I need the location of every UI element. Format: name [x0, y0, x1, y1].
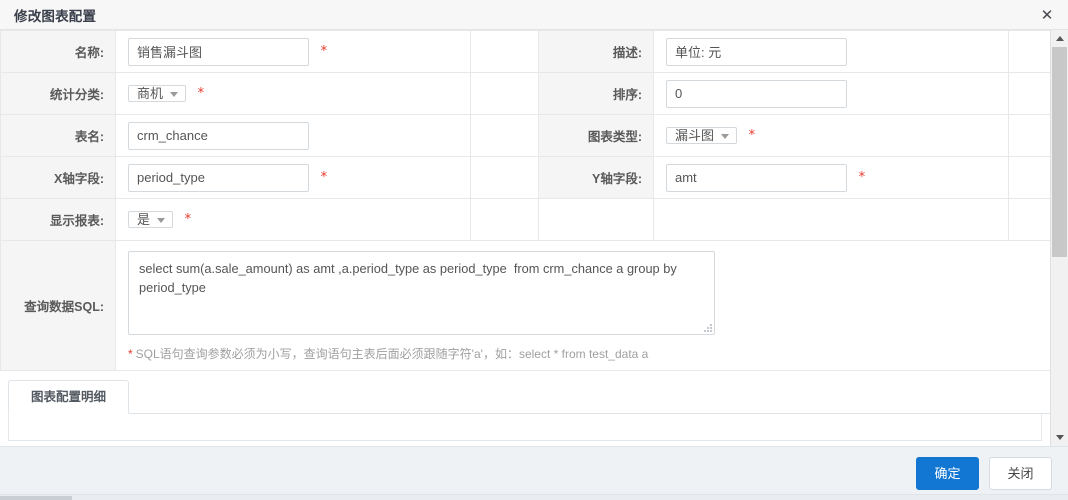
- field-query-sql: *SQL语句查询参数必须为小写，查询语句主表后面必须跟随字符'a'，如：sele…: [116, 241, 1051, 371]
- dialog-header: 修改图表配置 ✕: [0, 0, 1068, 30]
- spacer-cell: [471, 157, 539, 199]
- sql-hint: *SQL语句查询参数必须为小写，查询语句主表后面必须跟随字符'a'，如：sele…: [128, 345, 1050, 362]
- field-empty: [654, 199, 1009, 241]
- field-name: *: [116, 31, 471, 73]
- chart-config-form: 名称: * 描述: 统计分类:: [0, 30, 1050, 371]
- sql-textarea[interactable]: [128, 251, 715, 335]
- required-asterisk: *: [859, 170, 866, 185]
- scroll-down-button[interactable]: [1051, 429, 1068, 446]
- label-chart-type: 图表类型:: [539, 115, 654, 157]
- label-empty: [539, 199, 654, 241]
- field-table-name: [116, 115, 471, 157]
- spacer-cell: [471, 115, 539, 157]
- label-sort: 排序:: [539, 73, 654, 115]
- field-description: [654, 31, 1009, 73]
- label-x-axis-field: X轴字段:: [1, 157, 116, 199]
- required-asterisk: *: [321, 44, 328, 59]
- dialog-body: 名称: * 描述: 统计分类:: [0, 30, 1068, 446]
- y-axis-field-input[interactable]: [666, 164, 847, 192]
- scrollbar-thumb[interactable]: [1052, 47, 1067, 257]
- field-x-axis: *: [116, 157, 471, 199]
- field-show-report: 是 *: [116, 199, 471, 241]
- sql-textarea-box: [128, 251, 715, 335]
- required-asterisk: *: [749, 128, 756, 143]
- hint-asterisk: *: [128, 347, 133, 361]
- label-category: 统计分类:: [1, 73, 116, 115]
- tail-cell: [1009, 31, 1051, 73]
- hint-text: SQL语句查询参数必须为小写，查询语句主表后面必须跟随字符'a'，如：selec…: [136, 347, 649, 361]
- field-sort: [654, 73, 1009, 115]
- tabs-section: 图表配置明细: [0, 371, 1050, 441]
- close-button[interactable]: 关闭: [989, 457, 1052, 490]
- category-select[interactable]: 商机: [128, 85, 186, 102]
- tab-strip: 图表配置明细: [8, 379, 1050, 414]
- label-y-axis-field: Y轴字段:: [539, 157, 654, 199]
- tail-cell: [1009, 115, 1051, 157]
- show-report-select[interactable]: 是: [128, 211, 173, 228]
- vertical-scrollbar[interactable]: [1050, 30, 1068, 446]
- tail-cell: [1009, 73, 1051, 115]
- table-name-input[interactable]: [128, 122, 309, 150]
- category-select-wrap: 商机: [128, 81, 186, 107]
- tail-cell: [1009, 199, 1051, 241]
- required-asterisk: *: [321, 170, 328, 185]
- bottom-strip-segment: [0, 496, 72, 500]
- form-row-category: 统计分类: 商机 * 排序:: [1, 73, 1051, 115]
- label-show-report: 显示报表:: [1, 199, 116, 241]
- chart-type-select[interactable]: 漏斗图: [666, 127, 737, 144]
- dialog-title: 修改图表配置: [14, 5, 96, 25]
- label-query-sql: 查询数据SQL:: [1, 241, 116, 371]
- chart-type-select-wrap: 漏斗图: [666, 123, 737, 149]
- spacer-cell: [471, 73, 539, 115]
- required-asterisk: *: [198, 86, 205, 101]
- tail-cell: [1009, 157, 1051, 199]
- x-axis-field-input[interactable]: [128, 164, 309, 192]
- label-description: 描述:: [539, 31, 654, 73]
- sort-input[interactable]: [666, 80, 847, 108]
- required-asterisk: *: [185, 212, 192, 227]
- tab-panel-chart-config-detail: [8, 414, 1042, 441]
- name-input[interactable]: [128, 38, 309, 66]
- label-name: 名称:: [1, 31, 116, 73]
- label-table-name: 表名:: [1, 115, 116, 157]
- scrollbar-track[interactable]: [1051, 47, 1068, 429]
- form-row-sql: 查询数据SQL: *SQL语句查询参: [1, 241, 1051, 371]
- confirm-button[interactable]: 确定: [916, 457, 979, 490]
- form-row-table-name: 表名: 图表类型: 漏斗图 *: [1, 115, 1051, 157]
- tab-chart-config-detail[interactable]: 图表配置明细: [8, 380, 129, 414]
- close-icon[interactable]: ✕: [1038, 6, 1056, 24]
- bottom-strip: [0, 494, 1068, 500]
- field-category: 商机 *: [116, 73, 471, 115]
- edit-chart-config-dialog: 修改图表配置 ✕ 名称: *: [0, 0, 1068, 500]
- spacer-cell: [471, 199, 539, 241]
- field-y-axis: *: [654, 157, 1009, 199]
- scroll-up-button[interactable]: [1051, 30, 1068, 47]
- show-report-select-wrap: 是: [128, 207, 173, 233]
- form-scroll-area: 名称: * 描述: 统计分类:: [0, 30, 1050, 446]
- form-row-show-report: 显示报表: 是 *: [1, 199, 1051, 241]
- chevron-down-icon: [1056, 435, 1064, 440]
- spacer-cell: [471, 31, 539, 73]
- field-chart-type: 漏斗图 *: [654, 115, 1009, 157]
- description-input[interactable]: [666, 38, 847, 66]
- chevron-up-icon: [1056, 36, 1064, 41]
- form-row-name: 名称: * 描述:: [1, 31, 1051, 73]
- dialog-footer: 确定 关闭: [0, 446, 1068, 500]
- form-row-axis-fields: X轴字段: * Y轴字段: *: [1, 157, 1051, 199]
